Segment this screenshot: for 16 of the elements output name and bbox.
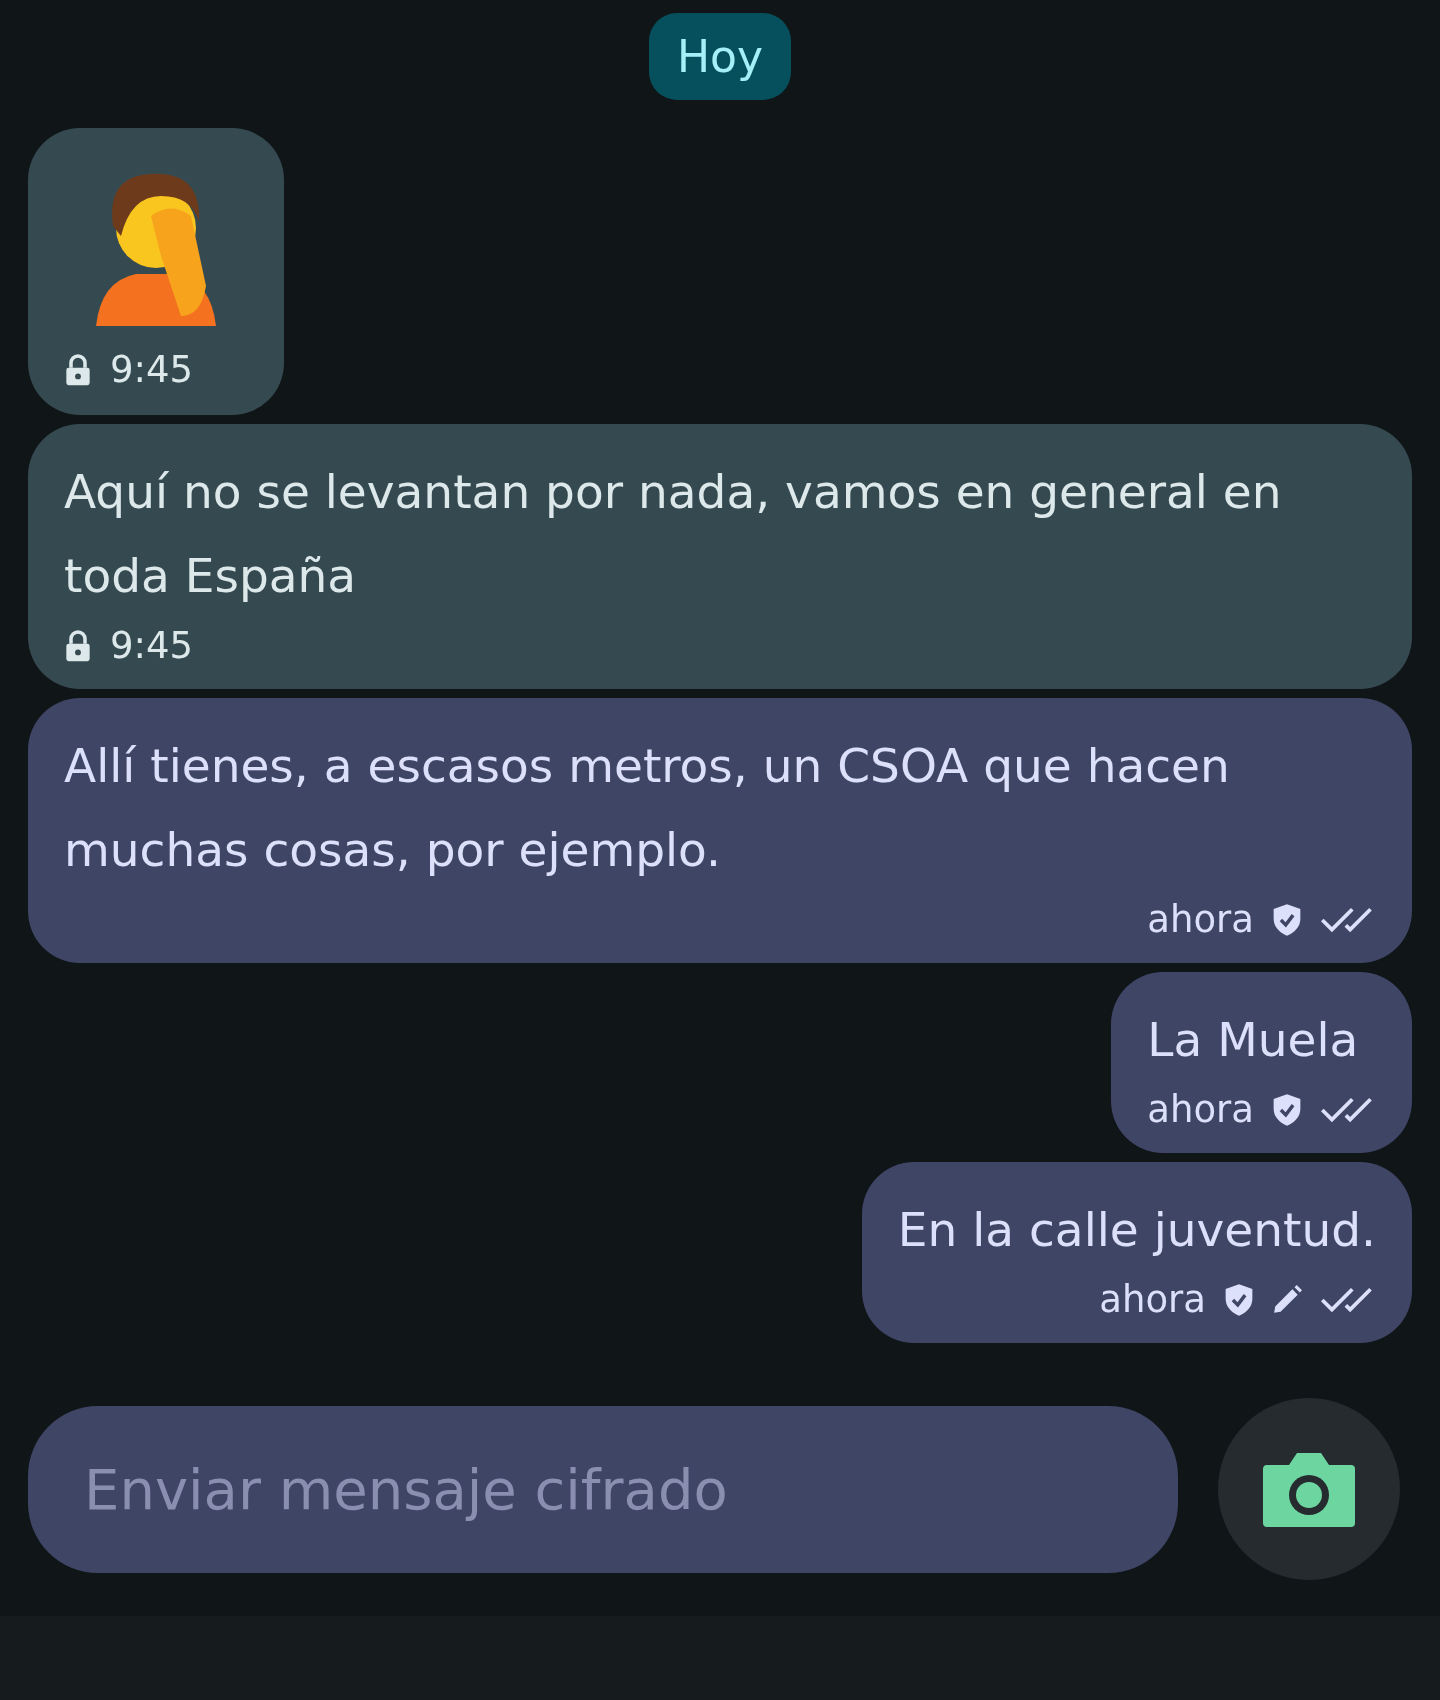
message-time: 9:45 [110, 624, 194, 667]
message-time: ahora [1099, 1278, 1206, 1321]
message-text: En la calle juventud. [897, 1201, 1376, 1259]
message-text: La Muela [1147, 1011, 1360, 1069]
lock-icon [64, 352, 92, 387]
shield-check-icon [1224, 1282, 1254, 1317]
message-time: ahora [1147, 1088, 1254, 1131]
message-input[interactable]: Enviar mensaje cifrado [28, 1405, 1178, 1573]
lock-icon [64, 628, 92, 663]
message-text: Allí tienes, a escasos metros, un CSOA que hacen muchas cosas, por ejemplo. [64, 737, 1231, 879]
date-divider: Hoy [648, 13, 791, 100]
message-time: ahora [1147, 898, 1254, 941]
message-text: Aquí no se levantan por nada, vamos en general en toda España [64, 463, 1283, 605]
message-time: 9:45 [110, 348, 194, 391]
shield-check-icon [1272, 902, 1302, 937]
shield-check-icon [1272, 1092, 1302, 1127]
